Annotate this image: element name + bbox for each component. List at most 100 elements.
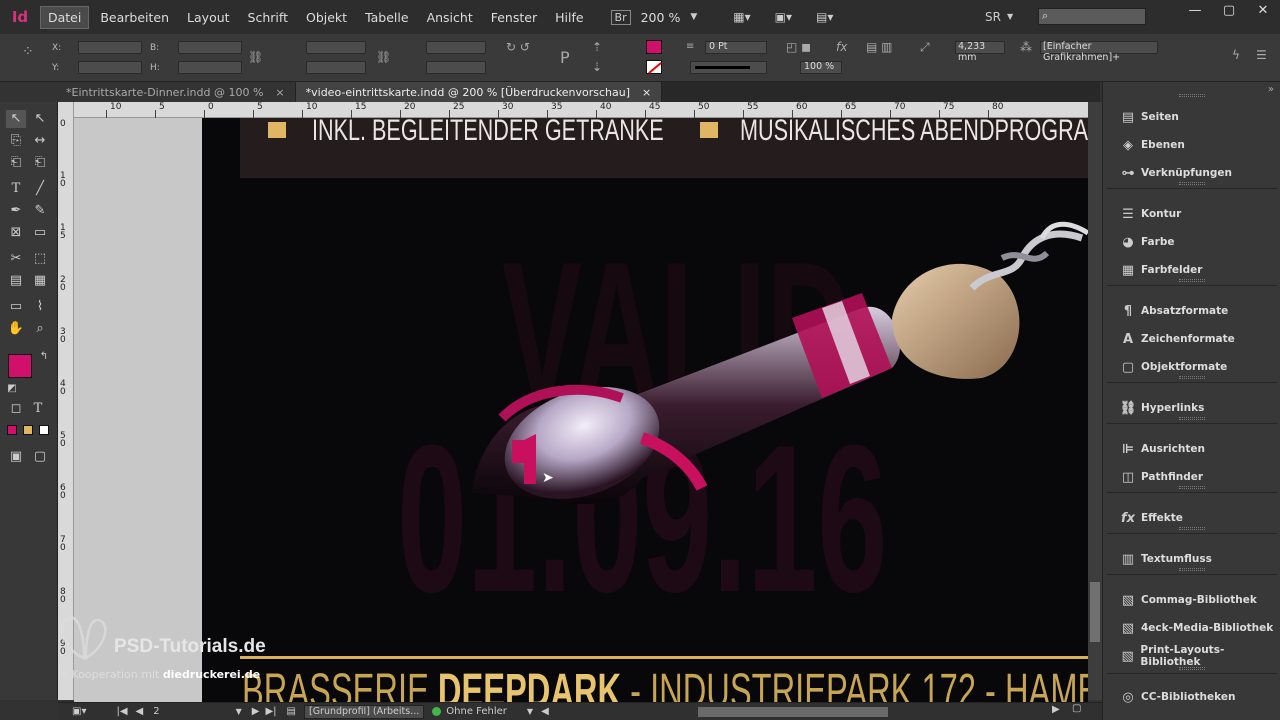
chevron-down-icon[interactable]: ▼: [527, 707, 533, 716]
panel-textumfluss[interactable]: ▥ Textumfluss: [1103, 547, 1280, 571]
panel-farbe[interactable]: ◕ Farbe: [1103, 230, 1280, 254]
width-field[interactable]: [178, 41, 242, 54]
swap-colors-icon[interactable]: ↰: [34, 348, 54, 366]
frame-fitting-icon[interactable]: ⁂: [1020, 40, 1032, 54]
screen-mode-icon[interactable]: ▣▾: [775, 10, 792, 24]
horizontal-scroll-thumb[interactable]: [698, 707, 888, 717]
arrange-icon[interactable]: ▤▾: [816, 10, 833, 24]
user-initials[interactable]: SR: [985, 10, 1001, 24]
chevron-down-icon[interactable]: ▼: [1007, 12, 1013, 21]
panel-kontur[interactable]: ☰ Kontur: [1103, 202, 1280, 226]
first-page-icon[interactable]: |◀: [116, 706, 127, 717]
apply-none-button[interactable]: [39, 425, 49, 435]
close-icon[interactable]: ×: [642, 86, 651, 99]
next-page-icon[interactable]: ▶: [252, 706, 260, 717]
last-page-icon[interactable]: ▶|: [265, 706, 276, 717]
close-icon[interactable]: ×: [275, 86, 284, 99]
rectangle-tool-icon[interactable]: ▭: [30, 224, 50, 242]
apply-gradient-button[interactable]: [23, 425, 33, 435]
horizontal-ruler[interactable]: 10 5 0 5 10 15 20 25 30 35 40 45 50 55 60 65 70 75 80: [74, 102, 1088, 118]
opacity-field[interactable]: 100 %: [800, 61, 842, 74]
zoom-tool-icon[interactable]: ⌕: [30, 320, 50, 338]
rotate-icon[interactable]: ↻ ↺: [506, 40, 530, 54]
panel-farbfelder[interactable]: ▦ Farbfelder: [1103, 258, 1280, 282]
default-colors-icon[interactable]: ◩: [2, 380, 22, 398]
preflight-icon[interactable]: ▣▾: [72, 706, 86, 717]
panel-absatzformate[interactable]: ¶ Absatzformate: [1103, 299, 1280, 323]
reference-point-icon[interactable]: ⁘: [22, 44, 34, 60]
gap-tool-icon[interactable]: ↔: [30, 132, 50, 150]
profile-select[interactable]: [Grundprofil] (Arbeits...: [303, 704, 425, 719]
fill-swatch[interactable]: [646, 40, 662, 54]
height-field[interactable]: [178, 61, 242, 74]
x-field[interactable]: [78, 41, 142, 54]
chevron-down-icon[interactable]: ▼: [690, 12, 697, 22]
effects-icon[interactable]: fx: [836, 40, 847, 54]
gradient-feather-tool-icon[interactable]: ▦: [30, 272, 50, 290]
preview-view-icon[interactable]: ▢: [30, 448, 50, 466]
selection-tool-icon[interactable]: ↖: [6, 110, 26, 128]
scale-y-field[interactable]: [306, 61, 366, 74]
stroke-swatch[interactable]: [646, 60, 662, 74]
view-options-icon[interactable]: ▦▾: [733, 10, 750, 24]
panel-verknüpfungen[interactable]: ⊶ Verknüpfungen: [1103, 161, 1280, 185]
panel-seiten[interactable]: ▤ Seiten: [1103, 105, 1280, 129]
apply-color-button[interactable]: [7, 425, 17, 435]
menu-objekt[interactable]: Objekt: [299, 7, 354, 28]
object-style-select[interactable]: [Einfacher Grafikrahmen]+: [1040, 41, 1158, 63]
panel-group-grip[interactable]: [1179, 94, 1205, 97]
menu-ansicht[interactable]: Ansicht: [420, 7, 480, 28]
chain-link-icon[interactable]: ⛓: [248, 50, 263, 64]
reference-size-field[interactable]: 4,233 mm: [955, 41, 1005, 63]
scroll-right-icon[interactable]: ▶: [1052, 704, 1060, 715]
formatting-container-icon[interactable]: ◻: [6, 400, 26, 418]
panel-cc-bibliotheken[interactable]: ◎ CC-Bibliotheken: [1103, 685, 1280, 709]
scale-x-field[interactable]: [306, 41, 366, 54]
panel-4eck-media-bibliothek[interactable]: ▧ 4eck-Media-Bibliothek: [1103, 616, 1280, 640]
panel-menu-icon[interactable]: ☰: [1256, 48, 1267, 62]
stroke-weight-field[interactable]: 0 Pt: [705, 41, 767, 54]
zoom-level[interactable]: 200 %: [641, 10, 681, 25]
stroke-type-select[interactable]: [690, 61, 767, 74]
direct-selection-tool-icon[interactable]: ↖: [30, 110, 50, 128]
panel-effekte[interactable]: fx Effekte: [1103, 506, 1280, 530]
menu-tabelle[interactable]: Tabelle: [358, 7, 416, 28]
scroll-thumb[interactable]: [1090, 582, 1100, 642]
gradient-tool-icon[interactable]: ▤: [6, 272, 26, 290]
document-icon[interactable]: ▤: [287, 706, 296, 717]
scroll-left-icon[interactable]: ◀: [541, 706, 549, 717]
text-wrap-icon[interactable]: ▤ ▥: [866, 40, 893, 54]
vertical-scrollbar[interactable]: [1088, 102, 1102, 700]
corner-options-icon[interactable]: ◰ ◼: [786, 40, 811, 54]
chevron-down-icon[interactable]: ▼: [236, 707, 242, 716]
pen-tool-icon[interactable]: ✒: [6, 202, 26, 220]
close-icon[interactable]: ✕: [1246, 0, 1280, 22]
scissors-tool-icon[interactable]: ✂: [6, 250, 26, 268]
tab-eintrittskarte-dinner[interactable]: *Eintrittskarte-Dinner.indd @ 100 % ×: [0, 82, 296, 102]
panel-ebenen[interactable]: ◈ Ebenen: [1103, 133, 1280, 157]
eyedropper-tool-icon[interactable]: ⌇: [30, 298, 50, 316]
formatting-text-icon[interactable]: T: [28, 400, 48, 418]
flip-icon[interactable]: P: [560, 48, 570, 67]
menu-datei[interactable]: Datei: [40, 5, 90, 29]
y-field[interactable]: [78, 61, 142, 74]
panel-objektformate[interactable]: ▢ Objektformate: [1103, 355, 1280, 379]
fill-color-swatch[interactable]: [8, 354, 32, 378]
rectangle-frame-tool-icon[interactable]: ⊠: [6, 224, 26, 242]
hand-tool-icon[interactable]: ✋: [6, 320, 26, 338]
menu-hilfe[interactable]: Hilfe: [548, 7, 590, 28]
panel-hyperlinks[interactable]: ⛓ Hyperlinks: [1103, 396, 1280, 420]
menu-bearbeiten[interactable]: Bearbeiten: [93, 7, 176, 28]
page-number[interactable]: 2: [153, 706, 159, 717]
view-toggle-icon[interactable]: ▢: [1072, 703, 1081, 714]
panel-ausrichten[interactable]: ⊫ Ausrichten: [1103, 437, 1280, 461]
page-tool-icon[interactable]: ⎘: [6, 132, 26, 150]
maximize-icon[interactable]: ▢: [1212, 0, 1246, 22]
chain-link-icon[interactable]: ⛓: [376, 50, 391, 64]
shear-field[interactable]: [426, 61, 486, 74]
menu-fenster[interactable]: Fenster: [484, 7, 544, 28]
errors-status[interactable]: Ohne Fehler: [446, 706, 507, 717]
tab-video-eintrittskarte[interactable]: *video-eintrittskarte.indd @ 200 % [Über…: [295, 82, 663, 102]
select-container-icon[interactable]: ⇡: [592, 40, 602, 54]
search-input[interactable]: ⌕: [1038, 8, 1146, 25]
